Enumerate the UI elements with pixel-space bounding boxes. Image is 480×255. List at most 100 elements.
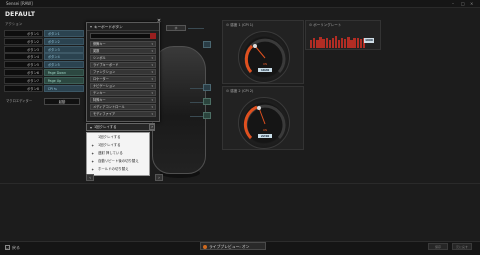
button-name: ボタン6: [4, 68, 43, 76]
button-row[interactable]: ボタン5 ボタン5: [4, 61, 84, 69]
key-category[interactable]: モディファイア ▾: [90, 111, 156, 117]
save-button[interactable]: 保存: [428, 243, 448, 250]
polling-title: ポーリングレート: [309, 23, 341, 28]
button-row[interactable]: ボタン7 Page Up: [4, 76, 84, 84]
cpi2-panel: 感度 2 (CPI 2) ON 2240: [222, 86, 304, 150]
divider: [0, 183, 480, 184]
key-category-label: テンキー: [93, 91, 106, 95]
key-category[interactable]: ライブキーボード ▾: [90, 62, 156, 68]
next-button[interactable]: ›: [155, 174, 163, 181]
callout-button[interactable]: [203, 112, 211, 119]
polling-bar: [353, 38, 356, 48]
button-row[interactable]: ボタン3 ボタン3: [4, 45, 84, 53]
polling-value[interactable]: 1000: [364, 38, 374, 43]
button-row[interactable]: ボタン1 ボタン1: [4, 30, 84, 37]
callout-button[interactable]: [203, 41, 211, 48]
chevron-down-icon: ▾: [151, 77, 153, 81]
button-row[interactable]: ボタン8 CPI ⇆: [4, 84, 84, 92]
back-button[interactable]: ↩ 戻る: [5, 245, 20, 251]
button-name: ボタン1: [4, 30, 43, 37]
key-category[interactable]: シンボル ▾: [90, 55, 156, 61]
menu-item-label: 自動リピート後の切り替え: [98, 159, 139, 163]
button-row[interactable]: ボタン4 ボタン4: [4, 53, 84, 61]
button-name: ボタン2: [4, 37, 43, 45]
polling-bar: [356, 37, 359, 48]
preview-status-icon: [203, 244, 207, 249]
cpi2-title: 感度 2 (CPI 2): [226, 89, 253, 94]
live-preview-toggle[interactable]: ライブプレビュー: オン: [200, 242, 266, 250]
key-category[interactable]: ロケーター ▾: [90, 76, 156, 82]
menu-item[interactable]: ✦ ホールドの切り替え: [87, 165, 149, 173]
small-button[interactable]: ホ: [166, 25, 186, 31]
actions-label: アクション: [5, 22, 23, 26]
polling-bar: [325, 37, 328, 48]
macro-launch-button[interactable]: 起動: [44, 98, 80, 105]
help-button[interactable]: ?: [149, 124, 155, 130]
profile-title: DEFAULT: [5, 11, 36, 18]
key-popup: キーボードボタン 修飾キー ▾ 英数 ▾ シンボル ▾ ライブキーボード ▾ ファンクション ▾ ロ…: [86, 22, 160, 122]
cpi2-dial[interactable]: ON 2240: [238, 97, 290, 149]
button-binding[interactable]: ボタン3: [43, 45, 84, 53]
key-category[interactable]: 英数 ▾: [90, 48, 156, 54]
key-category-label: シンボル: [93, 56, 106, 60]
action-dropdown[interactable]: 1回クレイする: [86, 123, 155, 131]
callout-button[interactable]: [203, 84, 211, 91]
key-category-label: ライブキーボード: [93, 63, 119, 67]
key-category-label: 英数: [93, 49, 100, 53]
key-search-input[interactable]: [90, 33, 156, 39]
popup-close-icon[interactable]: ×: [156, 19, 162, 25]
chevron-down-icon: ▾: [151, 112, 153, 116]
button-name: ボタン4: [4, 53, 43, 61]
live-preview-label: ライブプレビュー: オン: [209, 244, 250, 249]
cpi2-on: ON: [262, 128, 268, 132]
callout-button[interactable]: [203, 98, 211, 105]
button-binding[interactable]: CPI ⇆: [43, 84, 84, 92]
prev-button[interactable]: ‹: [86, 174, 94, 181]
button-binding[interactable]: Page Up: [43, 76, 84, 84]
button-binding[interactable]: ボタン4: [43, 53, 84, 61]
key-popup-title[interactable]: キーボードボタン: [87, 23, 159, 31]
menu-item[interactable]: ✦ 1回クレイする: [87, 141, 149, 149]
back-label: 戻る: [12, 245, 20, 250]
cpi1-panel: 感度 1 (CPI 1) ON 1620: [222, 20, 304, 84]
button-name: ボタン3: [4, 45, 43, 53]
button-name: ボタン5: [4, 61, 43, 69]
polling-bar: [319, 36, 322, 48]
chevron-down-icon: ▾: [151, 56, 153, 60]
key-category[interactable]: メディアコントロール ▾: [90, 104, 156, 110]
menu-item[interactable]: ✦ 自動リピート後の切り替え: [87, 157, 149, 165]
menu-item-label: 連射 押している: [98, 151, 123, 155]
polling-bar: [337, 39, 341, 48]
key-category[interactable]: 修飾キー ▾: [90, 41, 156, 47]
button-binding[interactable]: ボタン1: [43, 30, 84, 37]
clear-icon[interactable]: [150, 33, 156, 39]
button-binding[interactable]: ボタン2: [43, 37, 84, 45]
chevron-down-icon: ▾: [151, 42, 153, 46]
key-category[interactable]: テンキー ▾: [90, 90, 156, 96]
button-row[interactable]: ボタン2 ボタン2: [4, 37, 84, 45]
key-category-label: ロケーター: [93, 77, 109, 81]
key-category[interactable]: 特殊キー ▾: [90, 97, 156, 103]
chevron-down-icon: ▾: [151, 105, 153, 109]
polling-bar: [344, 38, 347, 48]
minimize-icon[interactable]: –: [452, 1, 454, 6]
button-binding[interactable]: ボタン5: [43, 61, 84, 69]
button-row[interactable]: ボタン6 Page Down: [4, 68, 84, 76]
key-category[interactable]: ファンクション ▾: [90, 69, 156, 75]
menu-item[interactable]: 1回クレイする: [87, 133, 149, 141]
menu-item[interactable]: ✦ 連射 押している: [87, 149, 149, 157]
macro-editor-label: マクロエディター: [6, 99, 33, 103]
polling-bar: [334, 36, 338, 48]
chevron-down-icon: ▾: [151, 91, 153, 95]
maximize-icon[interactable]: □: [461, 1, 465, 6]
key-category[interactable]: ナビゲーション ▾: [90, 83, 156, 89]
cpi2-value[interactable]: 2240: [258, 134, 272, 138]
cpi1-value[interactable]: 1620: [258, 68, 272, 72]
cpi1-dial[interactable]: ON 1620: [238, 31, 290, 83]
button-binding[interactable]: Page Down: [43, 68, 84, 76]
chevron-down-icon: ▾: [151, 98, 153, 102]
chevron-down-icon: ▾: [151, 84, 153, 88]
close-icon[interactable]: ×: [470, 1, 473, 6]
button-name: ボタン8: [4, 84, 43, 92]
revert-button[interactable]: 元に戻す: [452, 243, 472, 250]
